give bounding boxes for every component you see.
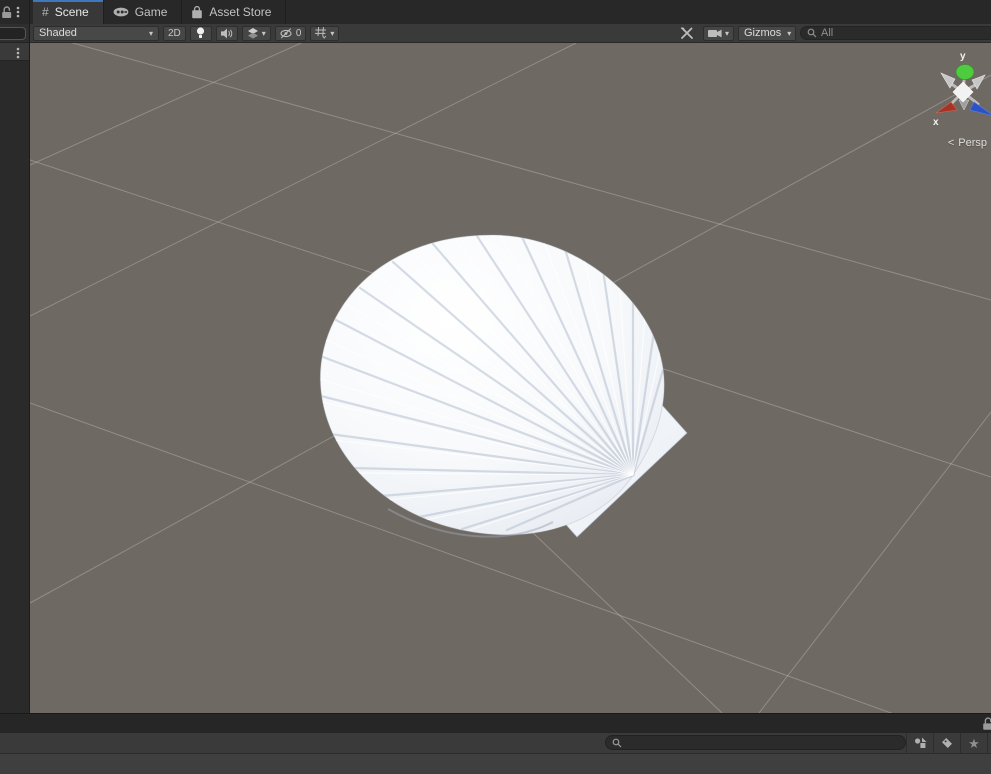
left-panel-header-row [0, 42, 29, 61]
gizmos-label: Gizmos [744, 27, 782, 39]
axis-z-cone [969, 101, 991, 116]
audio-toggle-button[interactable] [215, 25, 238, 41]
draw-mode-label: Shaded [39, 27, 77, 39]
camera-icon [707, 29, 722, 37]
scene-tab-label: Scene [54, 5, 89, 19]
chevron-down-icon: ▾ [261, 28, 266, 38]
project-panel-toolbar: ★ [0, 733, 991, 753]
effects-dropdown-button[interactable]: ▾ [241, 25, 271, 41]
lock-open-icon[interactable] [1, 6, 13, 19]
2d-toggle-label: 2D [168, 27, 181, 39]
projection-label: Persp [958, 137, 987, 149]
tag-icon [942, 738, 952, 748]
search-icon [807, 28, 817, 38]
panel-tabbar: # Scene Game Asset Store [30, 0, 991, 24]
scene-search-field[interactable]: All [800, 26, 991, 40]
project-filter-buttons: ★ [906, 733, 991, 753]
component-tools-button[interactable] [675, 26, 699, 41]
status-bar [0, 753, 991, 774]
light-bulb-icon [197, 27, 205, 38]
chevron-down-icon: ▾ [330, 28, 335, 38]
active-tab-indicator [33, 0, 103, 2]
shopping-bag-icon [192, 5, 203, 18]
lock-open-icon[interactable] [982, 717, 991, 731]
gizmos-dropdown[interactable]: Gizmos ▾ [738, 25, 796, 41]
filter-by-type-icon [914, 737, 926, 748]
tab-game[interactable]: Game [104, 0, 183, 24]
left-panel-toolbar [0, 24, 29, 42]
speaker-icon [220, 28, 233, 38]
chevron-down-icon: ▾ [724, 28, 729, 38]
star-icon: ★ [968, 735, 980, 751]
asset-store-tab-label: Asset Store [209, 5, 272, 19]
axis-y-cone [955, 64, 975, 80]
hidden-objects-button[interactable]: 0 [274, 25, 307, 41]
chevron-down-icon: ▾ [787, 28, 792, 38]
kebab-menu-icon[interactable] [16, 6, 20, 18]
game-tab-label: Game [134, 5, 168, 19]
lighting-toggle-button[interactable] [189, 25, 212, 41]
kebab-menu-icon[interactable] [16, 47, 20, 59]
axis-neg-cone-s [958, 99, 970, 111]
2d-toggle-button[interactable]: 2D [163, 25, 186, 41]
tab-scene[interactable]: # Scene [33, 0, 104, 24]
tab-asset-store[interactable]: Asset Store [182, 0, 287, 24]
favorites-button[interactable]: ★ [960, 733, 987, 753]
project-search-field[interactable] [605, 735, 906, 750]
scene-search-scope: All [821, 27, 834, 39]
search-icon [612, 738, 622, 747]
scene-panel: # Scene Game Asset Store Shaded ▾ 2D ▾ 0… [30, 0, 991, 713]
filter-by-label-button[interactable] [933, 733, 960, 753]
projection-prefix: < [947, 137, 955, 149]
left-panel-tabbar [0, 0, 29, 24]
camera-settings-button[interactable]: ▾ [702, 25, 734, 41]
scene-toolbar: Shaded ▾ 2D ▾ 0 ▾ ▾ Gizmos ▾ All [30, 24, 991, 43]
axis-gizmo[interactable]: y x [933, 51, 991, 128]
scene-effects-icon [247, 27, 258, 39]
unity-editor-window: # Scene Game Asset Store Shaded ▾ 2D ▾ 0… [0, 0, 991, 774]
clipped-edge-button [987, 733, 991, 753]
grid-icon [315, 27, 327, 39]
scene-render: y x [30, 43, 991, 713]
filter-by-type-button[interactable] [906, 733, 933, 753]
seashell-model [319, 234, 688, 538]
grid-visibility-button[interactable]: ▾ [310, 25, 340, 41]
tools-icon [680, 26, 693, 39]
axis-x-label: x [933, 117, 939, 128]
left-panel-search-stub[interactable] [0, 27, 26, 40]
chevron-down-icon: ▾ [148, 28, 153, 38]
draw-mode-dropdown[interactable]: Shaded ▾ [33, 25, 159, 41]
project-panel-tab-strip [0, 713, 991, 733]
hidden-objects-count: 0 [295, 27, 302, 39]
scene-tab-icon: # [42, 5, 49, 19]
axis-y-label: y [960, 51, 966, 62]
scene-viewport[interactable]: y x < Persp [30, 43, 991, 713]
gamepad-icon [113, 7, 129, 17]
eye-slash-icon [280, 27, 292, 38]
left-panel-edge [0, 0, 30, 713]
projection-mode-toggle[interactable]: < Persp [948, 137, 987, 149]
